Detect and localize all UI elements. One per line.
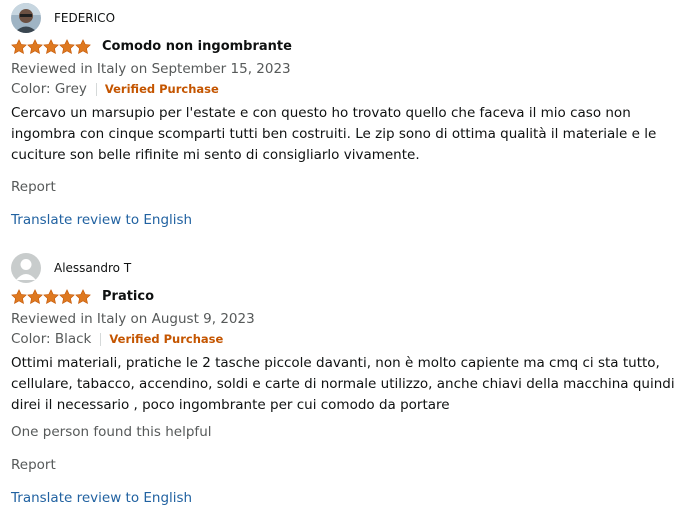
translate-review-link[interactable]: Translate review to English [11,489,681,508]
reviewer-name[interactable]: Alessandro T [54,261,131,275]
star-icon [75,39,91,54]
report-link[interactable]: Report [11,178,681,197]
review-meta: Color: Grey Verified Purchase [11,80,681,99]
report-link[interactable]: Report [11,456,681,475]
translate-review-link[interactable]: Translate review to English [11,211,681,230]
star-icon [43,289,59,304]
review-body: Ottimi materiali, pratiche le 2 tasche p… [11,355,675,413]
star-icon [43,39,59,54]
review-date: Reviewed in Italy on August 9, 2023 [11,311,255,327]
star-icon [59,289,75,304]
review-meta: Color: Black Verified Purchase [11,330,681,349]
default-user-icon[interactable] [11,253,41,283]
review-title[interactable]: Pratico [102,288,154,306]
reviewer-profile[interactable]: FEDERICO [11,3,681,33]
star-icon [27,289,43,304]
star-icon [27,39,43,54]
photo-avatar-icon[interactable] [11,3,41,33]
review-card: FEDERICO Comodo non ingombrante Reviewed… [11,3,681,230]
star-icon [11,289,27,304]
review-body: Cercavo un marsupio per l'estate e con q… [11,105,657,163]
review-date: Reviewed in Italy on September 15, 2023 [11,61,291,77]
review-title-row: Comodo non ingombrante [11,38,681,56]
star-rating[interactable] [11,39,91,55]
star-icon [75,289,91,304]
product-color: Color: Grey [11,81,87,97]
verified-purchase-badge: Verified Purchase [109,332,224,346]
star-rating[interactable] [11,289,91,305]
review-card: Alessandro T Pratico Reviewed in Italy o… [11,253,681,508]
reviewer-name[interactable]: FEDERICO [54,11,115,25]
helpful-count: One person found this helpful [11,424,212,440]
product-color: Color: Black [11,331,92,347]
reviewer-profile[interactable]: Alessandro T [11,253,681,283]
divider [95,83,97,96]
divider [100,333,102,346]
star-icon [59,39,75,54]
verified-purchase-badge: Verified Purchase [104,82,219,96]
review-title-row: Pratico [11,288,681,306]
review-title[interactable]: Comodo non ingombrante [102,38,292,56]
star-icon [11,39,27,54]
